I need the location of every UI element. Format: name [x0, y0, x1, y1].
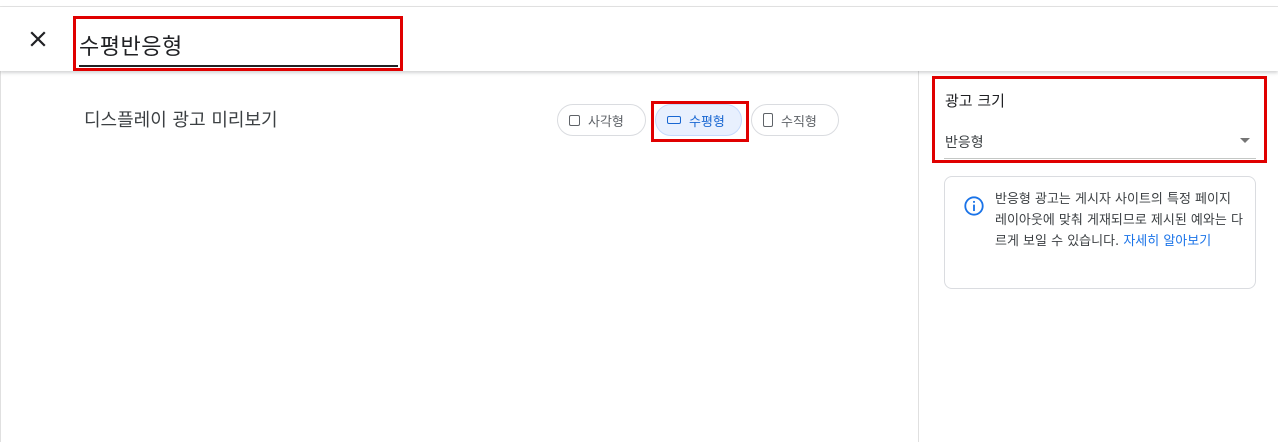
vertical-rect-icon [763, 113, 773, 127]
chip-square-label: 사각형 [588, 114, 624, 130]
close-icon [30, 31, 46, 47]
info-text: 반응형 광고는 게시자 사이트의 특정 페이지 레이아웃에 맞춰 게재되므로 제… [995, 189, 1243, 252]
chip-square[interactable]: 사각형 [557, 104, 646, 136]
info-icon [964, 196, 984, 216]
close-button[interactable] [26, 27, 50, 51]
editor-header: 수평반응형 [0, 7, 1278, 71]
preview-panel: 디스플레이 광고 미리보기 사각형 수평형 수직형 [0, 71, 919, 442]
chip-vertical-label: 수직형 [781, 114, 817, 130]
highlight-chip [651, 101, 749, 142]
panel-divider [918, 71, 919, 442]
info-card: 반응형 광고는 게시자 사이트의 특정 페이지 레이아웃에 맞춰 게재되므로 제… [944, 176, 1256, 289]
preview-title: 디스플레이 광고 미리보기 [84, 110, 278, 131]
learn-more-link[interactable]: 자세히 알아보기 [1123, 234, 1211, 249]
square-icon [569, 114, 580, 126]
highlight-ad-size [932, 76, 1267, 163]
top-bar [0, 0, 1278, 7]
chip-vertical[interactable]: 수직형 [751, 104, 839, 136]
highlight-title [73, 16, 403, 71]
